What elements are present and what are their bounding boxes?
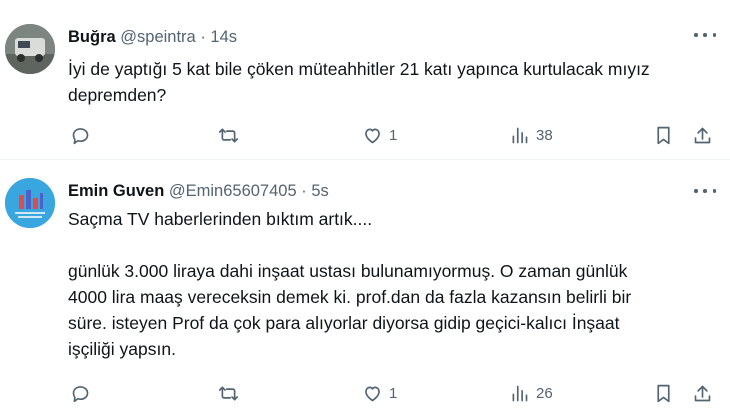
- avatar[interactable]: [5, 24, 55, 74]
- views-icon: [512, 127, 528, 143]
- views-button[interactable]: 26: [509, 381, 553, 405]
- tweet[interactable]: Buğra @speintra · 14s İyi de yaptığı 5 k…: [0, 0, 730, 160]
- bookmark-icon: [657, 384, 670, 402]
- share-icon: [694, 385, 711, 401]
- display-name[interactable]: Emin Guven: [68, 182, 164, 200]
- like-count: 1: [389, 126, 398, 144]
- retweet-button[interactable]: [218, 381, 245, 405]
- like-button[interactable]: 1: [362, 123, 397, 147]
- timestamp[interactable]: 5s: [311, 182, 328, 200]
- retweet-icon: [218, 386, 239, 400]
- share-button[interactable]: [692, 381, 713, 405]
- separator-dot: ·: [200, 28, 206, 46]
- tweet[interactable]: Emin Guven @Emin65607405 · 5s Saçma TV h…: [0, 160, 730, 420]
- tweet-text: Saçma TV haberlerinden bıktım artık.... …: [68, 206, 708, 362]
- retweet-icon: [218, 128, 239, 142]
- views-button[interactable]: 38: [509, 123, 553, 147]
- bookmark-icon: [657, 126, 670, 144]
- tweet-header: Emin Guven @Emin65607405 · 5s: [68, 182, 329, 201]
- action-bar: 1 38: [68, 123, 718, 147]
- like-button[interactable]: 1: [362, 381, 397, 405]
- heart-icon: [365, 128, 380, 143]
- action-bar: 1 26: [68, 381, 718, 405]
- like-count: 1: [389, 384, 398, 402]
- reply-icon: [72, 127, 89, 144]
- more-icon[interactable]: [694, 26, 716, 44]
- heart-icon: [365, 386, 380, 401]
- display-name[interactable]: Buğra: [68, 28, 116, 46]
- share-button[interactable]: [692, 123, 713, 147]
- tweet-text: İyi de yaptığı 5 kat bile çöken müteahhi…: [68, 56, 708, 108]
- views-count: 26: [536, 384, 553, 402]
- separator-dot: ·: [301, 182, 307, 200]
- more-icon[interactable]: [694, 182, 716, 200]
- reply-icon: [72, 385, 89, 402]
- views-count: 38: [536, 126, 553, 144]
- tweet-paragraph: Saçma TV haberlerinden bıktım artık....: [68, 209, 373, 229]
- tweet-paragraph: günlük 3.000 liraya dahi inşaat ustası b…: [68, 261, 632, 359]
- bookmark-button[interactable]: [653, 381, 674, 405]
- tweet-header: Buğra @speintra · 14s: [68, 28, 237, 47]
- reply-button[interactable]: [70, 123, 97, 147]
- retweet-button[interactable]: [218, 123, 245, 147]
- user-handle[interactable]: @speintra: [120, 28, 195, 46]
- avatar[interactable]: [5, 178, 55, 228]
- timestamp[interactable]: 14s: [210, 28, 237, 46]
- user-handle[interactable]: @Emin65607405: [169, 182, 297, 200]
- reply-button[interactable]: [70, 381, 97, 405]
- bookmark-button[interactable]: [653, 123, 674, 147]
- share-icon: [694, 127, 711, 143]
- views-icon: [512, 385, 528, 401]
- tweet-paragraph: İyi de yaptığı 5 kat bile çöken müteahhi…: [68, 59, 650, 105]
